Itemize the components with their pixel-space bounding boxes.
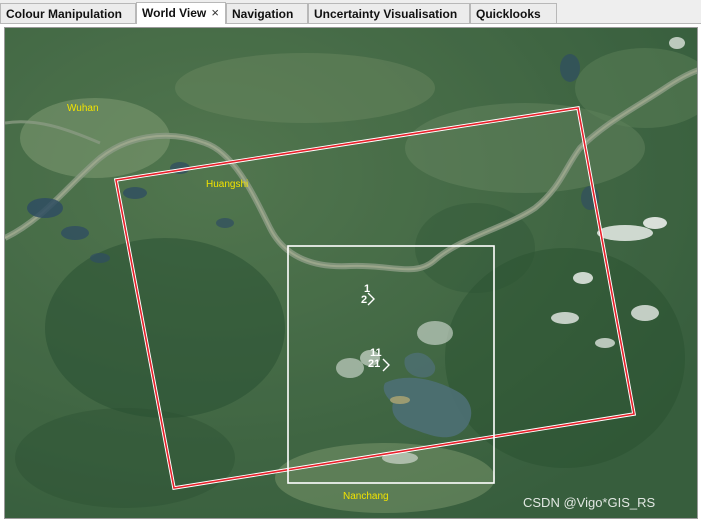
tab-label: Colour Manipulation [6,7,122,21]
scene-marker-upper[interactable]: 1 2 [361,284,370,306]
world-view-map[interactable]: Wuhan Huangshi Nanchang 1 2 11 21 CSDN @… [4,27,698,519]
tab-navigation[interactable]: Navigation [226,3,308,23]
tab-colour-manipulation[interactable]: Colour Manipulation [0,3,136,23]
scene-marker-lower[interactable]: 11 21 [368,348,382,370]
tab-quicklooks[interactable]: Quicklooks [470,3,557,23]
tab-label: Navigation [232,7,294,21]
tab-bar: Colour Manipulation World View × Navigat… [0,0,701,24]
satellite-imagery [5,28,697,518]
tab-label: Uncertainty Visualisation [314,7,458,21]
tab-label: Quicklooks [476,7,541,21]
close-icon[interactable]: × [211,5,219,20]
scene-marker-id: 21 [368,358,381,370]
tab-bar-empty-space [557,3,701,23]
place-label-huangshi: Huangshi [206,179,249,190]
tab-world-view[interactable]: World View × [136,2,226,24]
place-label-wuhan: Wuhan [67,103,99,114]
place-label-nanchang: Nanchang [343,491,389,502]
watermark: CSDN @Vigo*GIS_RS [523,495,656,510]
scene-marker-id: 2 [361,294,368,306]
tab-uncertainty-visualisation[interactable]: Uncertainty Visualisation [308,3,470,23]
tab-label: World View [142,6,207,20]
